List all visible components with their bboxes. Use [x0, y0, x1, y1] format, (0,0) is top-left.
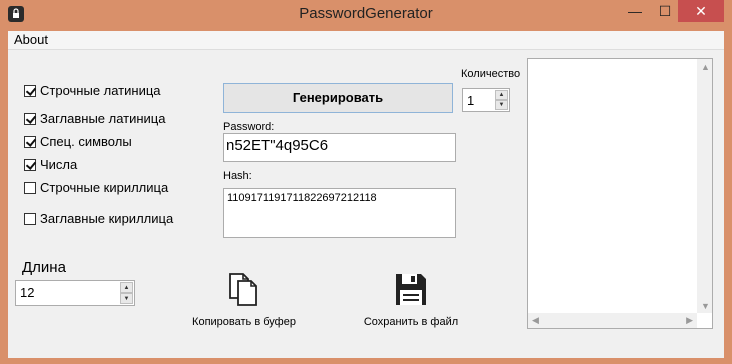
option-label: Заглавные латиница [40, 111, 166, 126]
hash-field[interactable]: 1109171191711822697212118 [223, 188, 456, 238]
option-lowercase-latin[interactable]: Строчные латиница [24, 83, 161, 98]
scroll-up-icon[interactable]: ▲ [701, 62, 710, 72]
length-value[interactable]: 12 [20, 285, 34, 300]
length-label: Длина [22, 259, 66, 276]
scroll-left-icon[interactable]: ◀ [532, 315, 539, 326]
save-to-file-button[interactable]: Сохранить в файл [358, 271, 464, 328]
minimize-button[interactable]: — [620, 0, 650, 22]
vertical-scrollbar[interactable]: ▲ ▼ [697, 59, 712, 313]
client-area: About Строчные латиница Заглавные латини… [8, 31, 724, 358]
option-label: Заглавные кириллица [40, 211, 174, 226]
option-label: Строчные кириллица [40, 180, 169, 195]
spin-up-icon[interactable]: ▲ [120, 282, 133, 293]
option-label: Спец. символы [40, 134, 132, 149]
scroll-down-icon[interactable]: ▼ [701, 301, 710, 311]
maximize-button[interactable]: ☐ [650, 0, 680, 22]
checkbox[interactable] [24, 135, 36, 148]
hash-value[interactable]: 1109171191711822697212118 [227, 192, 377, 204]
count-stepper[interactable]: 1 ▲ ▼ [462, 88, 510, 112]
password-label: Password: [223, 121, 275, 133]
count-label: Количество [461, 68, 521, 80]
checkbox[interactable] [24, 158, 36, 171]
spin-down-icon[interactable]: ▼ [120, 293, 133, 304]
generate-button[interactable]: Генерировать [223, 83, 453, 113]
copy-to-clipboard-button[interactable]: Копировать в буфер [186, 271, 302, 328]
app-window: PasswordGenerator — ☐ ✕ About Строчные л… [0, 0, 732, 364]
spin-down-icon[interactable]: ▼ [495, 100, 508, 110]
title-bar: PasswordGenerator — ☐ ✕ [0, 0, 732, 31]
password-list[interactable]: ▲ ▼ ◀ ▶ [527, 58, 713, 329]
scroll-right-icon[interactable]: ▶ [686, 315, 693, 326]
checkbox[interactable] [24, 84, 36, 97]
option-uppercase-latin[interactable]: Заглавные латиница [24, 111, 166, 126]
copy-icon[interactable] [227, 271, 261, 307]
horizontal-scrollbar[interactable]: ◀ ▶ [528, 313, 697, 328]
option-special-symbols[interactable]: Спец. символы [24, 134, 132, 149]
option-label: Строчные латиница [40, 83, 161, 98]
close-button[interactable]: ✕ [678, 0, 724, 22]
option-uppercase-cyrillic[interactable]: Заглавные кириллица [24, 211, 173, 226]
option-lowercase-cyrillic[interactable]: Строчные кириллица [24, 180, 168, 195]
menu-bar: About [8, 31, 724, 50]
checkbox[interactable] [24, 181, 36, 194]
length-stepper[interactable]: 12 ▲ ▼ [15, 280, 135, 306]
copy-label: Копировать в буфер [192, 316, 296, 328]
password-value[interactable]: n52ET"4q95C6 [226, 137, 328, 154]
option-label: Числа [40, 157, 78, 172]
menu-about[interactable]: About [14, 32, 48, 47]
count-spin-buttons[interactable]: ▲ ▼ [495, 90, 508, 110]
length-spin-buttons[interactable]: ▲ ▼ [120, 282, 133, 304]
spin-up-icon[interactable]: ▲ [495, 90, 508, 100]
password-field[interactable]: n52ET"4q95C6 [223, 133, 456, 162]
option-numbers[interactable]: Числа [24, 157, 77, 172]
hash-label: Hash: [223, 170, 252, 182]
count-value[interactable]: 1 [467, 93, 474, 108]
checkbox[interactable] [24, 212, 36, 225]
floppy-disk-icon[interactable] [394, 271, 428, 307]
checkbox[interactable] [24, 112, 36, 125]
save-label: Сохранить в файл [363, 316, 459, 328]
